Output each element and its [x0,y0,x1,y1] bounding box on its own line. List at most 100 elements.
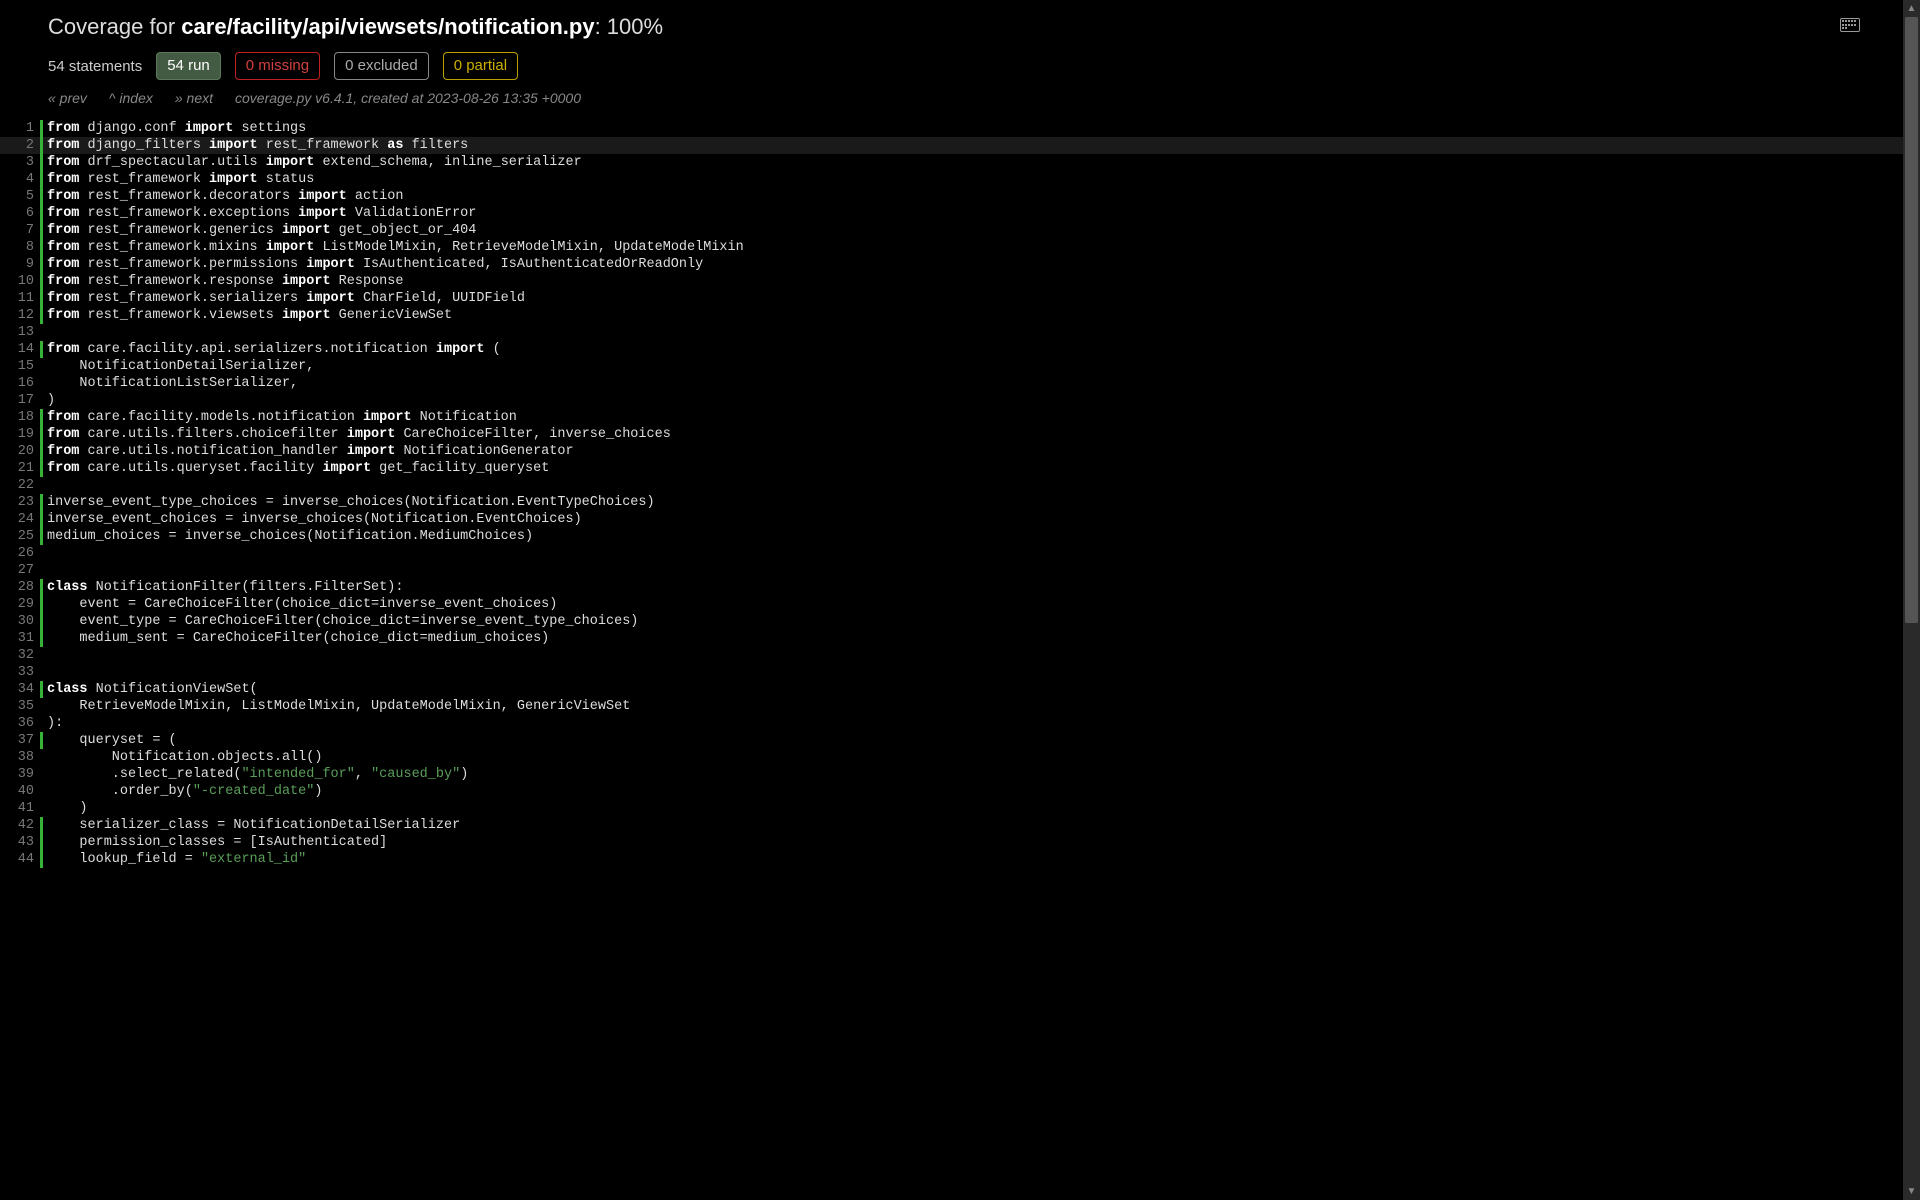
coverage-header: Coverage for care/facility/api/viewsets/… [0,0,1920,112]
source-line[interactable]: 40 .order_by("-created_date") [0,783,1920,800]
source-line[interactable]: 31 medium_sent = CareChoiceFilter(choice… [0,630,1920,647]
source-line[interactable]: 43 permission_classes = [IsAuthenticated… [0,834,1920,851]
source-line[interactable]: 18from care.facility.models.notification… [0,409,1920,426]
source-line[interactable]: 32 [0,647,1920,664]
source-line[interactable]: 39 .select_related("intended_for", "caus… [0,766,1920,783]
code-text: from care.facility.api.serializers.notif… [43,341,501,358]
line-number: 40 [0,783,40,800]
line-number: 42 [0,817,40,834]
run-pill[interactable]: 54 run [156,52,221,80]
nav-row: « prev ^ index » next coverage.py v6.4.1… [48,90,1872,106]
source-line[interactable]: 5from rest_framework.decorators import a… [0,188,1920,205]
code-text: class NotificationViewSet( [43,681,258,698]
source-line[interactable]: 2from django_filters import rest_framewo… [0,137,1920,154]
source-line[interactable]: 7from rest_framework.generics import get… [0,222,1920,239]
source-line[interactable]: 13 [0,324,1920,341]
keyboard-shortcuts-icon[interactable] [1840,18,1860,32]
source-line[interactable]: 8from rest_framework.mixins import ListM… [0,239,1920,256]
partial-pill[interactable]: 0 partial [443,52,518,80]
code-text: ) [43,800,88,817]
line-number: 2 [0,137,40,154]
source-line[interactable]: 9from rest_framework.permissions import … [0,256,1920,273]
missing-pill[interactable]: 0 missing [235,52,320,80]
line-number: 35 [0,698,40,715]
scroll-down-arrow-icon[interactable]: ▼ [1903,1183,1920,1200]
source-line[interactable]: 19from care.utils.filters.choicefilter i… [0,426,1920,443]
source-line[interactable]: 11from rest_framework.serializers import… [0,290,1920,307]
source-line[interactable]: 22 [0,477,1920,494]
code-text: from rest_framework.generics import get_… [43,222,476,239]
scroll-track[interactable] [1903,17,1920,1183]
title-prefix: Coverage for [48,14,181,39]
line-number: 6 [0,205,40,222]
code-text: inverse_event_type_choices = inverse_cho… [43,494,655,511]
source-line[interactable]: 24inverse_event_choices = inverse_choice… [0,511,1920,528]
file-path: care/facility/api/viewsets/notification.… [181,14,594,39]
vertical-scrollbar[interactable]: ▲ ▼ [1903,0,1920,1200]
source-line[interactable]: 16 NotificationListSerializer, [0,375,1920,392]
code-text: event = CareChoiceFilter(choice_dict=inv… [43,596,557,613]
line-number: 7 [0,222,40,239]
line-number: 11 [0,290,40,307]
source-line[interactable]: 41 ) [0,800,1920,817]
code-text: NotificationListSerializer, [43,375,298,392]
prev-link[interactable]: « prev [48,90,87,106]
code-text: from rest_framework.response import Resp… [43,273,403,290]
source-line[interactable]: 14from care.facility.api.serializers.not… [0,341,1920,358]
title-sep: : [595,14,607,39]
source-line[interactable]: 33 [0,664,1920,681]
line-number: 23 [0,494,40,511]
scroll-thumb[interactable] [1905,17,1918,623]
source-line[interactable]: 1from django.conf import settings [0,120,1920,137]
source-line[interactable]: 17) [0,392,1920,409]
source-line[interactable]: 10from rest_framework.response import Re… [0,273,1920,290]
source-line[interactable]: 21from care.utils.queryset.facility impo… [0,460,1920,477]
line-number: 5 [0,188,40,205]
stats-row: 54 statements 54 run 0 missing 0 exclude… [48,52,1872,80]
source-line[interactable]: 6from rest_framework.exceptions import V… [0,205,1920,222]
line-number: 30 [0,613,40,630]
code-text: from drf_spectacular.utils import extend… [43,154,582,171]
statements-count: 54 statements [48,58,142,75]
line-number: 41 [0,800,40,817]
code-text: .select_related("intended_for", "caused_… [43,766,468,783]
source-line[interactable]: 20from care.utils.notification_handler i… [0,443,1920,460]
source-line[interactable]: 37 queryset = ( [0,732,1920,749]
page-title: Coverage for care/facility/api/viewsets/… [48,14,1872,40]
line-number: 14 [0,341,40,358]
source-line[interactable]: 42 serializer_class = NotificationDetail… [0,817,1920,834]
source-line[interactable]: 25medium_choices = inverse_choices(Notif… [0,528,1920,545]
scroll-up-arrow-icon[interactable]: ▲ [1903,0,1920,17]
code-text: from care.facility.models.notification i… [43,409,517,426]
source-line[interactable]: 36): [0,715,1920,732]
source-line[interactable]: 3from drf_spectacular.utils import exten… [0,154,1920,171]
code-text [43,562,47,579]
excluded-pill[interactable]: 0 excluded [334,52,429,80]
source-line[interactable]: 28class NotificationFilter(filters.Filte… [0,579,1920,596]
source-line[interactable]: 34class NotificationViewSet( [0,681,1920,698]
code-text: from rest_framework.viewsets import Gene… [43,307,452,324]
source-line[interactable]: 15 NotificationDetailSerializer, [0,358,1920,375]
source-line[interactable]: 29 event = CareChoiceFilter(choice_dict=… [0,596,1920,613]
next-link[interactable]: » next [175,90,213,106]
source-line[interactable]: 4from rest_framework import status [0,171,1920,188]
source-listing: 1from django.conf import settings2from d… [0,120,1920,868]
line-number: 25 [0,528,40,545]
index-link[interactable]: ^ index [109,90,153,106]
line-number: 19 [0,426,40,443]
source-line[interactable]: 38 Notification.objects.all() [0,749,1920,766]
line-number: 32 [0,647,40,664]
code-text: lookup_field = "external_id" [43,851,306,868]
source-line[interactable]: 30 event_type = CareChoiceFilter(choice_… [0,613,1920,630]
line-number: 15 [0,358,40,375]
line-number: 13 [0,324,40,341]
source-line[interactable]: 26 [0,545,1920,562]
source-line[interactable]: 23inverse_event_type_choices = inverse_c… [0,494,1920,511]
source-line[interactable]: 35 RetrieveModelMixin, ListModelMixin, U… [0,698,1920,715]
source-line[interactable]: 12from rest_framework.viewsets import Ge… [0,307,1920,324]
source-line[interactable]: 27 [0,562,1920,579]
code-text: from care.utils.filters.choicefilter imp… [43,426,671,443]
source-line[interactable]: 44 lookup_field = "external_id" [0,851,1920,868]
code-text: from rest_framework.permissions import I… [43,256,703,273]
code-text: ) [43,392,55,409]
